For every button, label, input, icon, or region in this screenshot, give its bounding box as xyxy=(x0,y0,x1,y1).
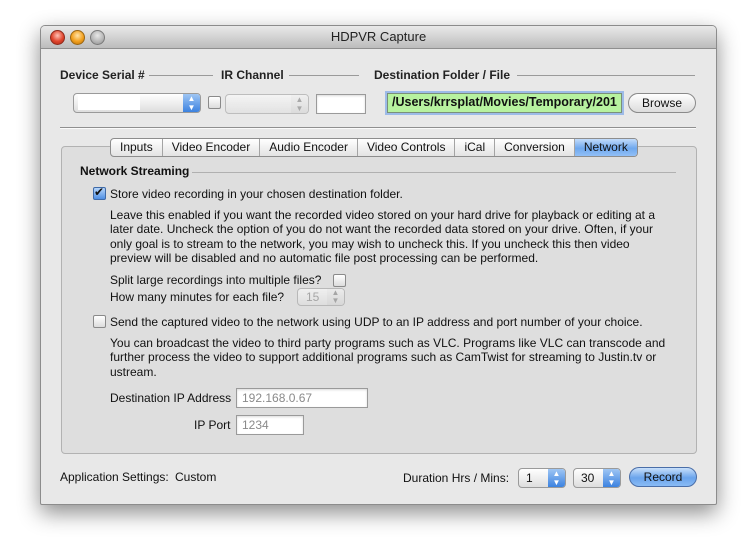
ip-address-label: Destination IP Address xyxy=(110,391,232,405)
ir-channel-label: IR Channel xyxy=(221,68,284,82)
ip-port-field[interactable]: 1234 xyxy=(236,415,304,435)
tab-video-controls[interactable]: Video Controls xyxy=(358,139,456,156)
minutes-per-file-label: How many minutes for each file? xyxy=(110,290,285,304)
section-divider xyxy=(192,172,676,173)
split-files-label: Split large recordings into multiple fil… xyxy=(110,273,322,287)
tab-panel: Network Streaming Store video recording … xyxy=(61,146,697,454)
minutes-value: 30 xyxy=(581,471,595,485)
browse-button[interactable]: Browse xyxy=(628,93,696,113)
destination-path-text: /Users/krrsplat/Movies/Temporary/201 xyxy=(392,95,617,109)
tab-inputs[interactable]: Inputs xyxy=(111,139,163,156)
hours-popup[interactable]: 1 ▲ ▼ xyxy=(518,468,566,488)
popup-arrows-icon: ▲ ▼ xyxy=(183,94,200,112)
destination-path-field[interactable]: /Users/krrsplat/Movies/Temporary/201 xyxy=(387,93,622,113)
stepper-arrows-icon: ▲ ▼ xyxy=(327,289,344,305)
ip-address-placeholder: 192.168.0.67 xyxy=(242,391,313,405)
tab-audio-encoder[interactable]: Audio Encoder xyxy=(260,139,358,156)
udp-description: You can broadcast the video to third par… xyxy=(110,336,666,379)
app-window: HDPVR Capture Device Serial # IR Channel… xyxy=(40,25,717,505)
popup-arrows-icon: ▲ ▼ xyxy=(291,95,308,113)
store-recording-label: Store video recording in your chosen des… xyxy=(110,187,403,201)
tab-ical[interactable]: iCal xyxy=(455,139,496,156)
minutes-popup[interactable]: 30 ▲ ▼ xyxy=(573,468,621,488)
ir-channel-popup[interactable]: ▲ ▼ xyxy=(225,94,309,114)
popup-arrows-icon: ▲ ▼ xyxy=(548,469,565,487)
destination-label: Destination Folder / File xyxy=(374,68,511,82)
titlebar: HDPVR Capture xyxy=(41,26,716,49)
minutes-per-file-stepper[interactable]: 15 ▲ ▼ xyxy=(297,288,345,306)
tab-network[interactable]: Network xyxy=(574,139,637,156)
store-recording-checkbox[interactable] xyxy=(93,185,106,200)
divider-line xyxy=(517,75,695,76)
app-settings-value: Custom xyxy=(175,470,217,484)
device-serial-popup[interactable]: ▲ ▼ xyxy=(73,93,201,113)
hours-value: 1 xyxy=(526,471,533,485)
separator xyxy=(60,127,696,128)
tab-bar: Inputs Video Encoder Audio Encoder Video… xyxy=(110,138,638,157)
udp-stream-checkbox[interactable] xyxy=(93,315,106,328)
divider-line xyxy=(289,75,359,76)
window-title: HDPVR Capture xyxy=(330,29,427,44)
ip-address-field[interactable]: 192.168.0.67 xyxy=(236,388,368,408)
split-files-checkbox[interactable] xyxy=(333,274,346,287)
app-settings-label: Application Settings: xyxy=(60,470,169,484)
ip-port-label: IP Port xyxy=(194,418,231,432)
record-button[interactable]: Record xyxy=(629,467,697,487)
device-serial-label: Device Serial # xyxy=(60,68,145,82)
duration-label: Duration Hrs / Mins: xyxy=(403,471,510,485)
tab-video-encoder[interactable]: Video Encoder xyxy=(163,139,261,156)
minutes-per-file-value: 15 xyxy=(306,290,320,304)
udp-stream-label: Send the captured video to the network u… xyxy=(110,315,643,329)
divider-line xyxy=(149,75,213,76)
ir-channel-checkbox[interactable] xyxy=(208,96,221,109)
store-description: Leave this enabled if you want the recor… xyxy=(110,208,655,266)
tab-conversion[interactable]: Conversion xyxy=(495,139,575,156)
section-title: Network Streaming xyxy=(80,164,190,178)
popup-arrows-icon: ▲ ▼ xyxy=(603,469,620,487)
device-serial-value xyxy=(78,95,140,110)
ip-port-placeholder: 1234 xyxy=(242,418,269,432)
ir-channel-field[interactable] xyxy=(316,94,366,114)
